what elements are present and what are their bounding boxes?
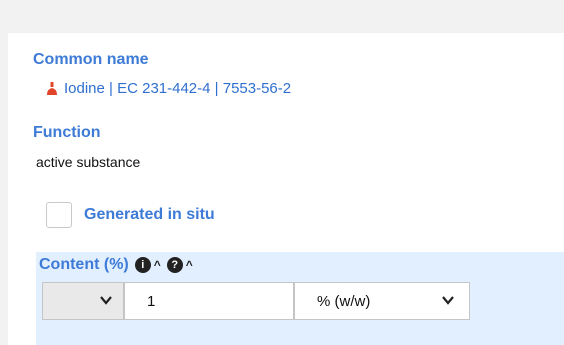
flask-icon	[47, 81, 57, 95]
qualifier-select[interactable]	[42, 282, 124, 320]
substance-text[interactable]: Iodine | EC 231-442-4 | 7553-56-2	[64, 80, 291, 97]
chevron-down-icon	[100, 296, 112, 305]
unit-value: % (w/w)	[317, 292, 371, 310]
common-name-label: Common name	[33, 51, 149, 68]
caret-up-icon[interactable]: ^	[186, 258, 193, 272]
function-label: Function	[33, 124, 101, 141]
chevron-down-icon	[442, 296, 454, 305]
unit-select[interactable]: % (w/w)	[294, 282, 470, 320]
substance-link[interactable]: Iodine | EC 231-442-4 | 7553-56-2	[46, 80, 291, 97]
content-header: Content (%) i ^ ? ^	[39, 256, 193, 274]
content-label: Content (%)	[39, 256, 129, 273]
function-value: active substance	[36, 154, 141, 170]
generated-in-situ-label[interactable]: Generated in situ	[84, 206, 215, 224]
generated-in-situ-row: Generated in situ	[46, 202, 215, 228]
content-fields: 1 % (w/w)	[42, 282, 470, 320]
info-icon[interactable]: i	[134, 257, 151, 273]
caret-up-icon[interactable]: ^	[154, 258, 161, 272]
help-icon[interactable]: ?	[166, 257, 183, 273]
generated-in-situ-checkbox[interactable]	[46, 202, 72, 228]
content-value-input[interactable]: 1	[124, 282, 294, 320]
